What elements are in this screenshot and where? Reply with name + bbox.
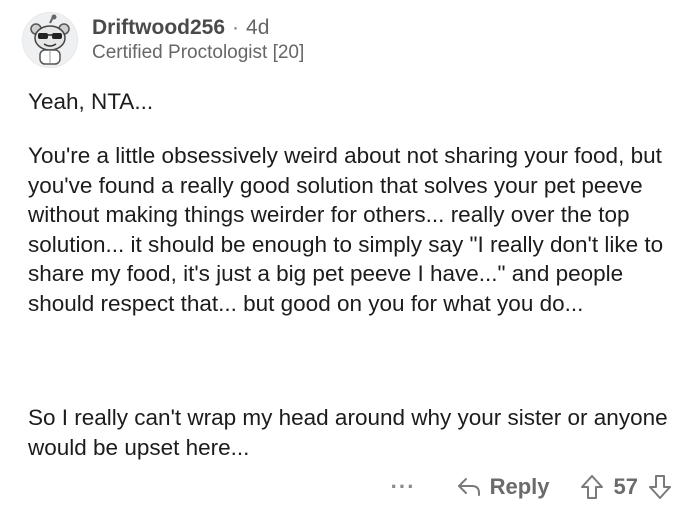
reply-arrow-icon: [457, 478, 480, 496]
comment-body-paragraph-2: You're a little obsessively weird about …: [28, 141, 678, 318]
avatar[interactable]: [22, 12, 78, 68]
comment-body-paragraph-3: So I really can't wrap my head around wh…: [28, 403, 678, 462]
username-link[interactable]: Driftwood256: [92, 16, 225, 40]
meta-line: Driftwood256 · 4d: [92, 16, 304, 40]
vote-score: 57: [613, 474, 638, 499]
comment-meta: Driftwood256 · 4d Certified Proctologist…: [92, 16, 304, 64]
comment-paragraph: So I really can't wrap my head around wh…: [28, 405, 668, 460]
comment-header: Driftwood256 · 4d Certified Proctologist…: [22, 10, 304, 70]
comment: Driftwood256 · 4d Certified Proctologist…: [0, 0, 700, 517]
comment-body-paragraph-1: Yeah, NTA...: [28, 87, 678, 117]
comment-paragraph: Yeah, NTA...: [28, 89, 154, 114]
vote-controls: 57: [580, 474, 672, 500]
more-options-button[interactable]: ···: [391, 474, 416, 500]
upvote-arrow-icon[interactable]: [580, 474, 604, 500]
comment-actions: ··· Reply 57: [391, 470, 672, 504]
comment-age: 4d: [246, 16, 270, 39]
reply-button[interactable]: Reply: [456, 474, 550, 500]
reply-label: Reply: [489, 474, 550, 499]
snoo-avatar-icon: [23, 13, 77, 67]
comment-paragraph: You're a little obsessively weird about …: [28, 143, 664, 316]
downvote-arrow-icon[interactable]: [648, 474, 672, 500]
user-flair: Certified Proctologist [20]: [92, 42, 305, 63]
meta-separator: ·: [232, 16, 240, 39]
